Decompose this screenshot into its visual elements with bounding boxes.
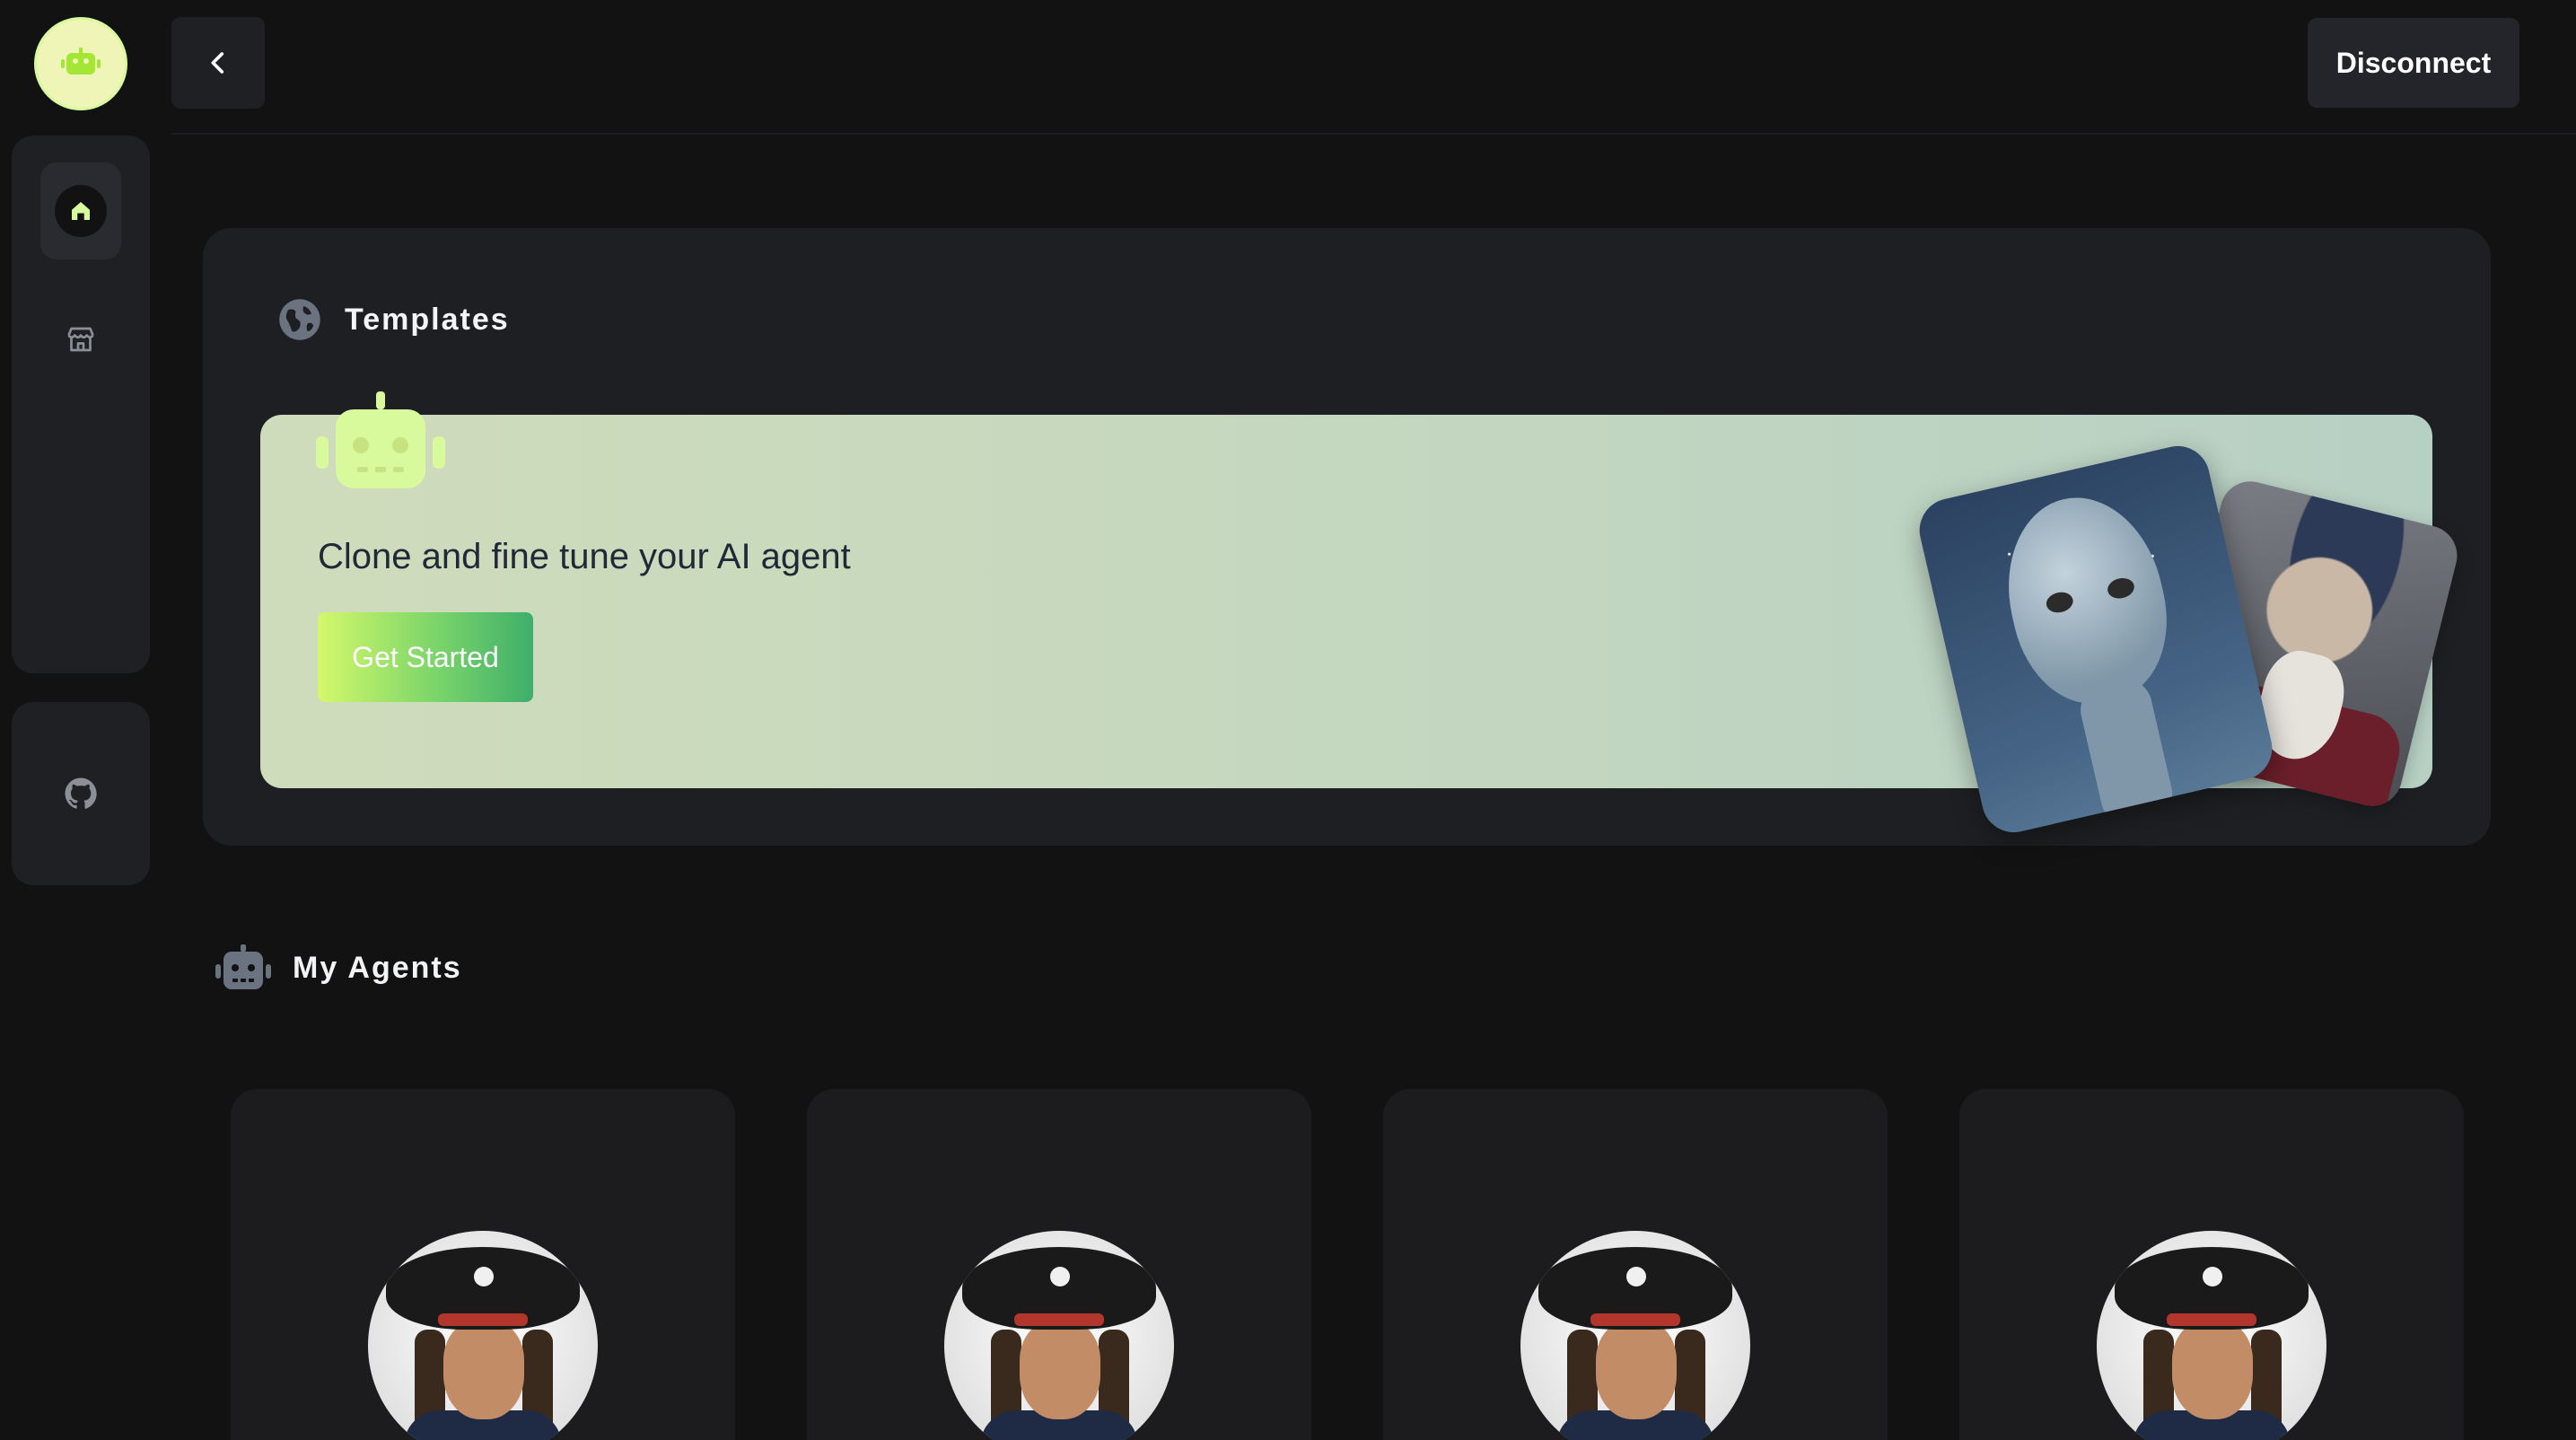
templates-title: Templates (345, 302, 510, 337)
github-link[interactable] (12, 702, 150, 885)
robot-icon (316, 391, 445, 488)
back-button[interactable] (171, 17, 265, 109)
agent-card[interactable] (231, 1089, 735, 1440)
github-icon (65, 777, 97, 809)
templates-panel: Templates Clone and fine tune your AI ag… (203, 228, 2491, 846)
avatar-skull-emblem (1050, 1267, 1070, 1286)
home-icon-wrap (55, 185, 107, 237)
avatar-bandana (1590, 1313, 1680, 1326)
my-agents-header: My Agents (215, 944, 462, 991)
pirate-avatar (2097, 1231, 2326, 1440)
pirate-avatar (944, 1231, 1174, 1440)
robot-logo-icon (61, 48, 101, 75)
templates-header: Templates (276, 296, 510, 343)
agent-card[interactable] (807, 1089, 1311, 1440)
get-started-button[interactable]: Get Started (318, 612, 533, 702)
sidebar-nav (12, 136, 150, 673)
store-icon (67, 327, 94, 352)
agent-card[interactable] (1383, 1089, 1888, 1440)
avatar-bandana (438, 1313, 528, 1326)
avatar-face (2172, 1321, 2253, 1419)
app-logo[interactable] (34, 17, 127, 110)
avatar-skull-emblem (1626, 1267, 1646, 1286)
my-agents-title: My Agents (293, 950, 462, 985)
pirate-avatar (368, 1231, 598, 1440)
avatar-bandana (2167, 1313, 2256, 1326)
home-icon (72, 202, 90, 220)
robot-agents-icon (215, 944, 271, 989)
avatar-face (1020, 1321, 1100, 1419)
app-root: Disconnect Templates Clone and fine tune… (0, 0, 2576, 1440)
avatar-skull-emblem (2203, 1267, 2222, 1286)
sidebar-item-home[interactable] (40, 162, 121, 259)
avatar-skull-emblem (474, 1267, 494, 1286)
agent-card[interactable] (1959, 1089, 2464, 1440)
banner-headline: Clone and fine tune your AI agent (318, 537, 851, 576)
clone-agent-banner: Clone and fine tune your AI agent Get St… (260, 391, 2464, 839)
header-divider (171, 133, 2576, 135)
avatar-face (443, 1321, 524, 1419)
avatar-face (1596, 1321, 1677, 1419)
alien-head (1989, 481, 2185, 718)
avatar-bandana (1014, 1313, 1104, 1326)
chevron-left-icon (211, 52, 224, 74)
pirate-avatar (1520, 1231, 1750, 1440)
sidebar-item-marketplace[interactable] (40, 308, 121, 371)
globe-icon (279, 299, 320, 340)
disconnect-button[interactable]: Disconnect (2308, 18, 2519, 108)
